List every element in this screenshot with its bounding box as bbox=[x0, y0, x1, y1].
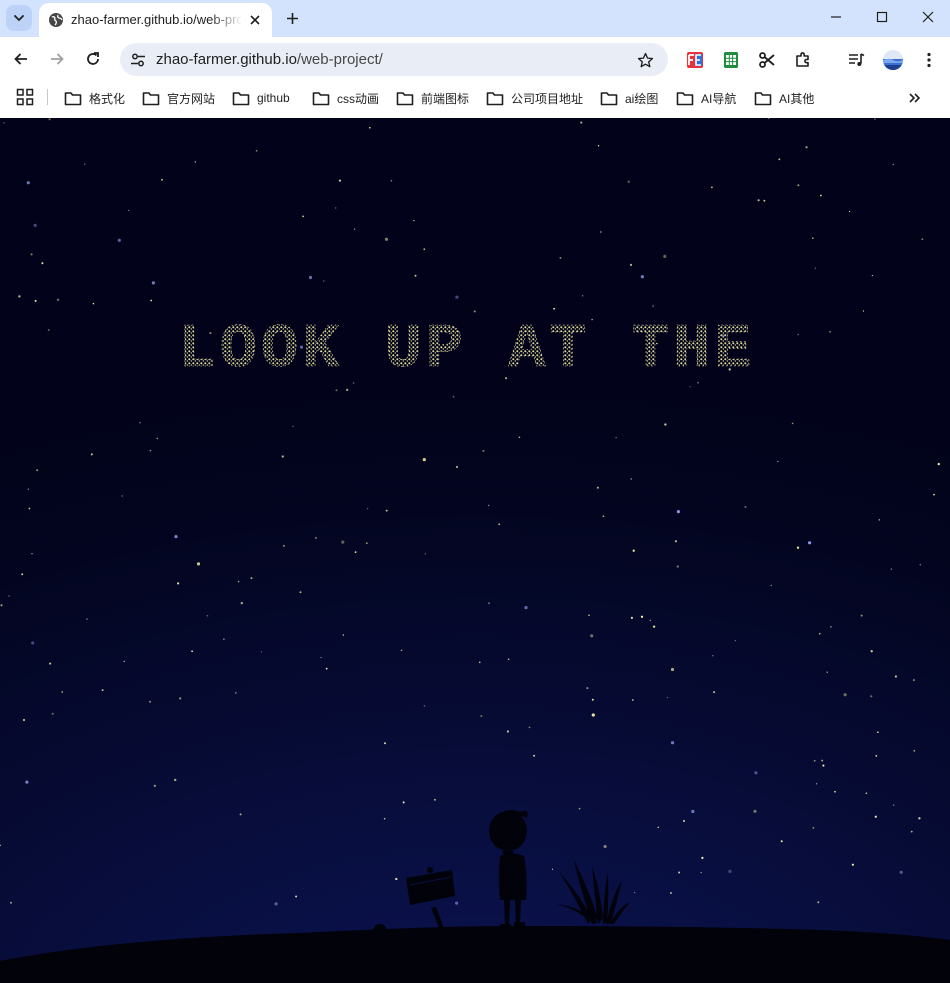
forward-button[interactable] bbox=[43, 45, 71, 73]
minimize-icon bbox=[830, 16, 841, 18]
bookmark-label: AI其他 bbox=[779, 91, 815, 106]
star-icon bbox=[637, 52, 653, 67]
arrow-right-icon bbox=[51, 53, 64, 65]
media-icon bbox=[849, 53, 865, 66]
folder-icon bbox=[754, 91, 772, 105]
bookmarks-divider bbox=[47, 89, 48, 105]
bookmark-item[interactable]: 前端图标 bbox=[396, 87, 469, 109]
bookmark-label: github bbox=[257, 91, 290, 105]
scissors-extension-icon bbox=[759, 52, 775, 68]
minimize-button[interactable] bbox=[813, 0, 858, 34]
folder-icon bbox=[676, 91, 694, 105]
tab-strip: zhao-farmer.github.io/web-project/ bbox=[0, 0, 950, 37]
close-icon bbox=[250, 15, 260, 25]
toolbar: zhao-farmer.github.io/web-project/ bbox=[0, 37, 950, 81]
bookmark-star-button[interactable] bbox=[634, 49, 656, 71]
bookmark-item[interactable]: 公司项目地址 bbox=[486, 87, 583, 109]
bookmark-item[interactable]: github bbox=[232, 87, 290, 109]
address-bar[interactable]: zhao-farmer.github.io/web-project/ bbox=[120, 43, 668, 76]
apps-grid-icon[interactable] bbox=[16, 88, 34, 106]
puzzle-icon bbox=[796, 52, 809, 67]
extensions-button[interactable] bbox=[792, 49, 814, 71]
folder-icon bbox=[142, 91, 160, 105]
folder-icon bbox=[232, 91, 250, 105]
folder-icon bbox=[486, 91, 504, 105]
active-tab[interactable]: zhao-farmer.github.io/web-project/ bbox=[39, 3, 272, 37]
chrome-menu-button[interactable] bbox=[918, 49, 940, 71]
boy-silhouette bbox=[489, 810, 528, 928]
bookmark-item[interactable]: ai绘图 bbox=[600, 87, 658, 109]
bookmark-item[interactable]: css动画 bbox=[312, 87, 379, 109]
arrow-left-icon bbox=[14, 53, 27, 65]
globe-icon bbox=[49, 13, 63, 27]
url-host: zhao-farmer.github.io bbox=[156, 51, 297, 68]
reload-icon bbox=[87, 52, 99, 65]
bookmark-item[interactable]: 格式化 bbox=[64, 87, 125, 109]
close-window-button[interactable] bbox=[905, 0, 950, 34]
plus-icon bbox=[286, 12, 298, 24]
profile-avatar-button[interactable] bbox=[882, 49, 904, 71]
url-text[interactable]: zhao-farmer.github.io/web-project/ bbox=[156, 51, 383, 68]
ground-hill bbox=[0, 926, 950, 983]
scissors-extension-button[interactable] bbox=[756, 49, 778, 71]
sheets-extension-button[interactable] bbox=[720, 49, 742, 71]
sheets-extension-icon bbox=[724, 52, 738, 68]
bookmark-item[interactable]: AI其他 bbox=[754, 87, 814, 109]
bookmark-label: css动画 bbox=[337, 91, 380, 106]
new-tab-button[interactable] bbox=[281, 7, 303, 29]
tab-search-button[interactable] bbox=[6, 5, 32, 31]
bookmark-label: 格式化 bbox=[89, 91, 126, 106]
bookmark-label: AI导航 bbox=[701, 91, 737, 106]
reload-button[interactable] bbox=[79, 45, 107, 73]
maximize-button[interactable] bbox=[859, 0, 904, 34]
tab-close-button[interactable] bbox=[246, 11, 264, 29]
maximize-icon bbox=[876, 11, 887, 23]
folder-icon bbox=[64, 91, 82, 105]
back-button[interactable] bbox=[7, 45, 35, 73]
foreground-scene bbox=[0, 810, 950, 983]
folder-icon bbox=[312, 91, 330, 105]
tune-icon bbox=[131, 53, 145, 67]
bookmark-label: ai绘图 bbox=[625, 91, 659, 106]
bookmarks-overflow-button[interactable] bbox=[904, 87, 926, 109]
url-path: /web-project/ bbox=[296, 51, 383, 68]
close-icon bbox=[922, 11, 933, 23]
double-chevron-right-icon bbox=[909, 93, 921, 103]
tab-title-fade bbox=[209, 7, 243, 31]
bookmark-label: 官方网站 bbox=[167, 91, 216, 106]
folder-icon bbox=[600, 91, 618, 105]
bookmark-item[interactable]: 官方网站 bbox=[142, 87, 215, 109]
fe-extension-icon bbox=[687, 52, 703, 68]
folder-icon bbox=[396, 91, 414, 105]
bookmark-item[interactable]: AI导航 bbox=[676, 87, 736, 109]
grass-silhouette bbox=[556, 860, 630, 924]
page-viewport: LOOK UP AT THE bbox=[0, 118, 950, 983]
chevron-down-icon bbox=[14, 15, 24, 22]
profile-avatar-icon bbox=[883, 50, 903, 70]
bookmark-label: 前端图标 bbox=[421, 91, 470, 106]
media-controls-button[interactable] bbox=[845, 49, 867, 71]
bookmarks-bar: 格式化 官方网站 github css动画 前端图标 公司项目地址 ai绘图 A… bbox=[0, 81, 950, 118]
more-vert-icon bbox=[927, 52, 931, 68]
bookmark-label: 公司项目地址 bbox=[511, 91, 584, 106]
site-info-button[interactable] bbox=[127, 49, 149, 71]
fe-extension-button[interactable] bbox=[684, 49, 706, 71]
